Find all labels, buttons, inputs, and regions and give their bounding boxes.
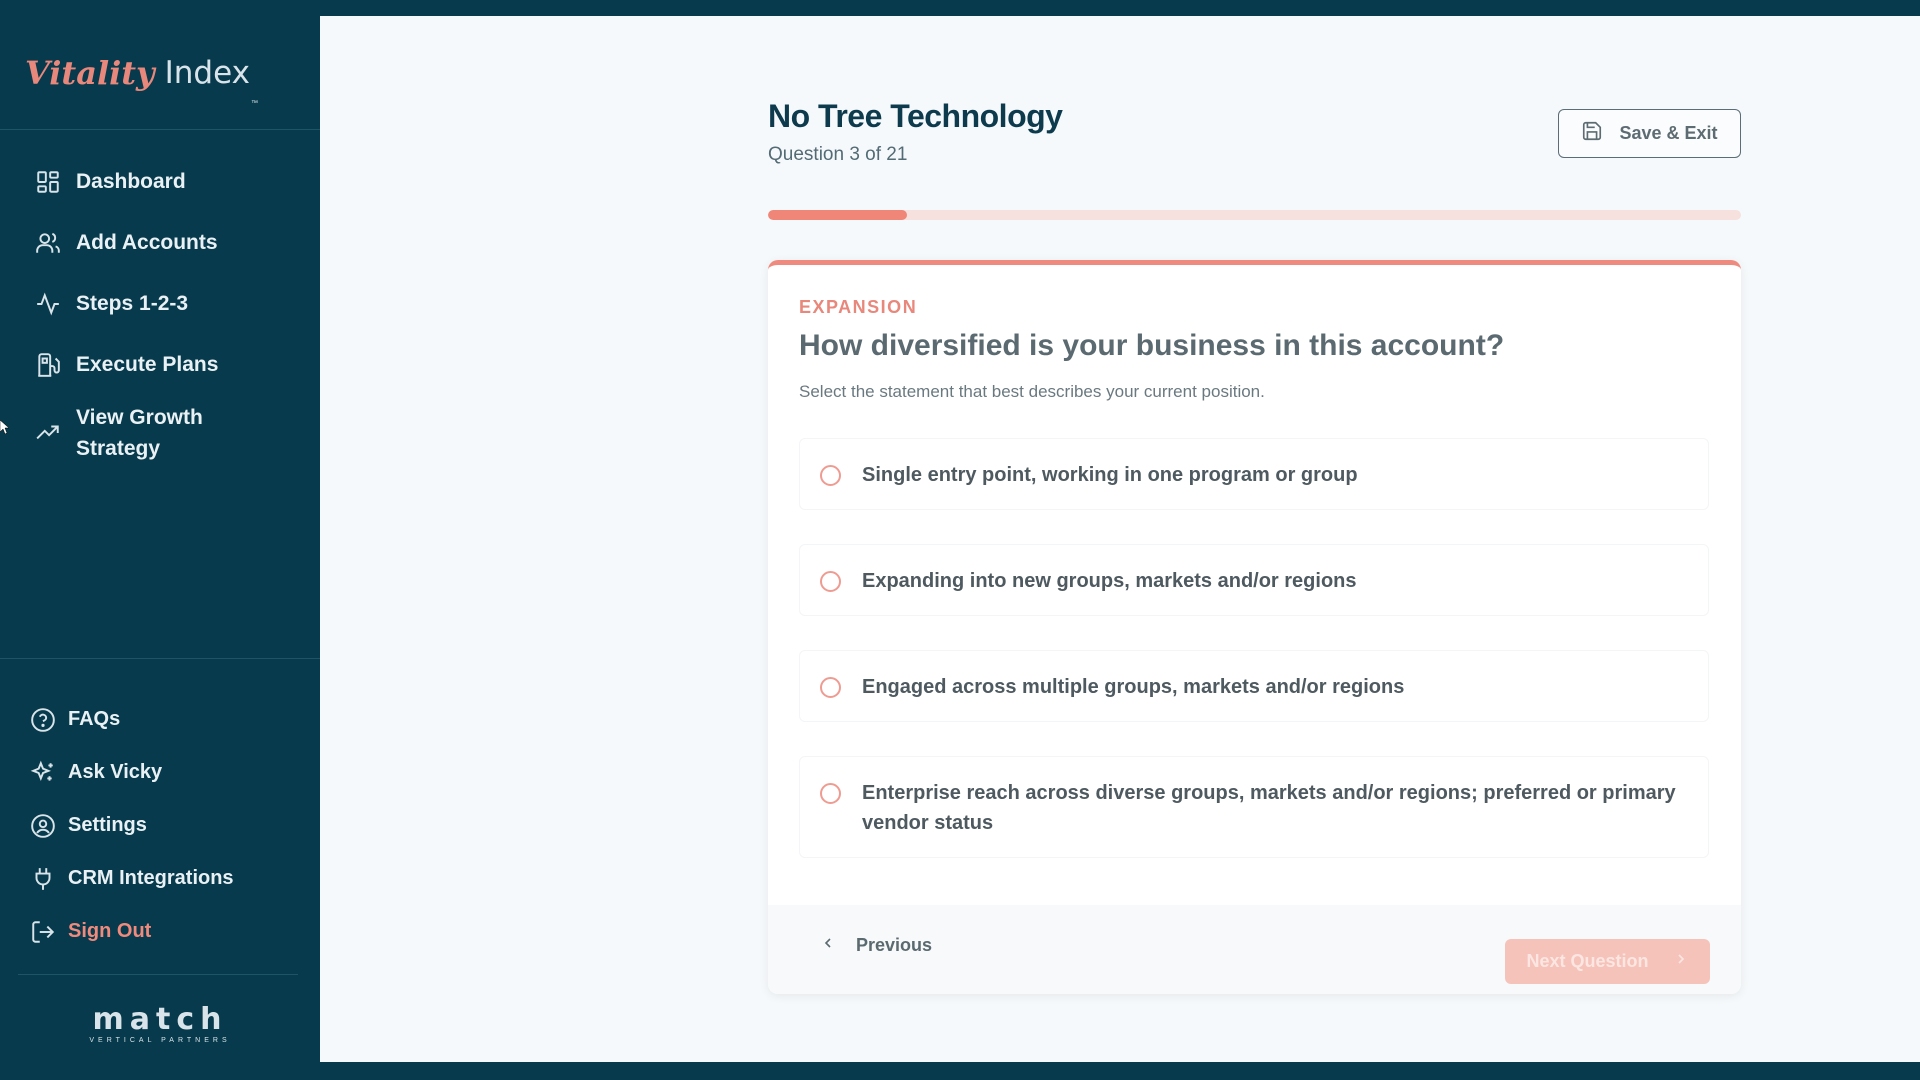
sidebar-item-label: Settings: [68, 814, 147, 836]
sidebar-item-label: View Growth Strategy: [76, 406, 203, 460]
main-content: No Tree Technology Question 3 of 21 Save…: [320, 16, 1920, 1062]
sidebar-item-view-growth-strategy[interactable]: View Growth Strategy: [0, 395, 320, 471]
answer-option[interactable]: Enterprise reach across diverse groups, …: [799, 756, 1709, 858]
plug-icon: [30, 866, 56, 892]
previous-button[interactable]: Previous: [820, 935, 932, 956]
fuel-icon: [35, 352, 61, 378]
answer-option-label: Enterprise reach across diverse groups, …: [862, 782, 1676, 834]
answer-option-label: Expanding into new groups, markets and/o…: [862, 570, 1357, 592]
sidebar-item-settings[interactable]: Settings: [0, 799, 320, 852]
save-icon: [1581, 120, 1603, 147]
app-logo[interactable]: Vitality Index ™: [0, 16, 320, 130]
save-exit-button[interactable]: Save & Exit: [1558, 109, 1741, 158]
question-text: How diversified is your business in this…: [799, 329, 1505, 362]
answer-option-label: Single entry point, working in one progr…: [862, 464, 1358, 486]
sidebar-item-faqs[interactable]: FAQs: [0, 693, 320, 746]
sidebar-item-add-accounts[interactable]: Add Accounts: [0, 212, 320, 273]
question-counter: Question 3 of 21: [768, 144, 908, 165]
chevron-right-icon: [1673, 951, 1689, 972]
sidebar-item-dashboard[interactable]: Dashboard: [0, 151, 320, 212]
sparkles-icon: [30, 760, 56, 786]
match-logo: match VERTICAL PARTNERS: [0, 1002, 320, 1044]
sidebar-item-execute-plans[interactable]: Execute Plans: [0, 334, 320, 395]
radio-button[interactable]: [820, 783, 841, 804]
answer-option[interactable]: Engaged across multiple groups, markets …: [799, 650, 1709, 722]
question-instruction: Select the statement that best describes…: [799, 382, 1265, 401]
sidebar-item-label: CRM Integrations: [68, 867, 234, 889]
log-out-icon: [30, 919, 56, 945]
answer-option[interactable]: Expanding into new groups, markets and/o…: [799, 544, 1709, 616]
answer-option[interactable]: Single entry point, working in one progr…: [799, 438, 1709, 510]
logo-vitality-text: Vitality: [25, 53, 155, 92]
match-logo-text: match: [92, 1002, 228, 1037]
next-question-button[interactable]: Next Question: [1505, 939, 1710, 984]
sidebar-item-ask-vicky[interactable]: Ask Vicky: [0, 746, 320, 799]
radio-button[interactable]: [820, 465, 841, 486]
sidebar-item-label: Steps 1-2-3: [76, 291, 189, 315]
sidebar-item-label: FAQs: [68, 708, 121, 730]
users-icon: [35, 230, 61, 256]
sidebar-item-label: Ask Vicky: [68, 761, 163, 783]
help-circle-icon: [30, 707, 56, 733]
page-title: No Tree Technology: [768, 98, 1063, 134]
progress-bar: [768, 210, 1741, 220]
activity-icon: [35, 291, 61, 317]
sidebar-item-sign-out[interactable]: Sign Out: [0, 905, 320, 958]
radio-button[interactable]: [820, 571, 841, 592]
logo-index-text: Index: [164, 54, 250, 91]
sidebar-item-label: Execute Plans: [76, 352, 219, 376]
sidebar-divider-bottom: [18, 974, 298, 975]
sidebar-item-crm-integrations[interactable]: CRM Integrations: [0, 852, 320, 905]
progress-bar-fill: [768, 210, 907, 220]
secondary-nav: FAQs Ask Vicky Settings CRM Integrations…: [0, 693, 320, 958]
sidebar-item-label: Add Accounts: [76, 230, 218, 254]
next-question-label: Next Question: [1526, 951, 1649, 971]
main-nav: Dashboard Add Accounts Steps 1-2-3 Execu…: [0, 130, 320, 471]
match-logo-subtext: VERTICAL PARTNERS: [89, 1037, 231, 1044]
radio-button[interactable]: [820, 677, 841, 698]
answer-option-label: Engaged across multiple groups, markets …: [862, 676, 1405, 698]
sidebar-item-label: Sign Out: [68, 920, 152, 942]
dashboard-icon: [35, 169, 61, 195]
sidebar-item-label: Dashboard: [76, 169, 186, 193]
sidebar-item-steps[interactable]: Steps 1-2-3: [0, 273, 320, 334]
question-category: EXPANSION: [799, 297, 918, 317]
user-circle-icon: [30, 813, 56, 839]
chevron-left-icon: [820, 935, 836, 956]
sidebar: Vitality Index ™ Dashboard Add Accounts …: [0, 16, 320, 1062]
mouse-cursor-icon: [0, 420, 10, 434]
logo-trademark: ™: [250, 100, 258, 107]
card-footer: Previous Next Question: [768, 905, 1741, 994]
question-card: EXPANSION How diversified is your busine…: [768, 260, 1741, 994]
save-exit-label: Save & Exit: [1619, 123, 1718, 143]
trending-up-icon: [35, 420, 61, 446]
previous-label: Previous: [856, 935, 933, 955]
sidebar-divider: [0, 658, 320, 659]
